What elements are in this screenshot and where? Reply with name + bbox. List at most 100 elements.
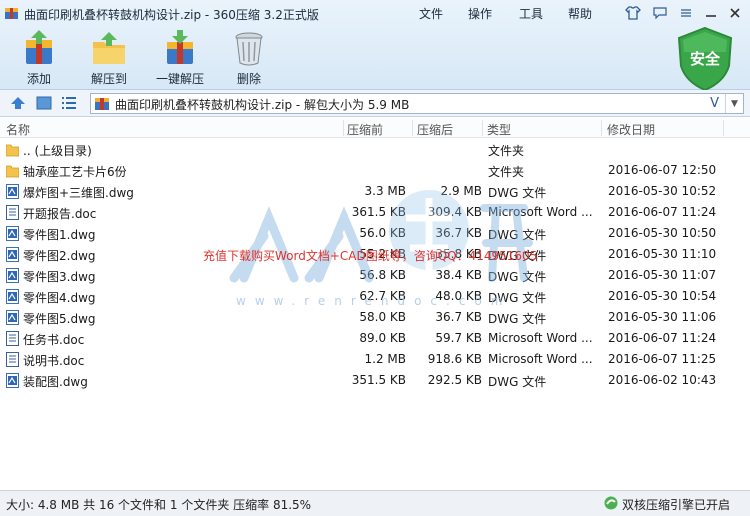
dwg-file-icon <box>6 373 19 388</box>
column-divider[interactable] <box>343 120 344 136</box>
file-row[interactable]: 爆炸图+三维图.dwg 3.3 MB 2.9 MB DWG 文件 2016-05-30 … <box>0 181 750 202</box>
file-name: 零件图4.dwg <box>23 291 96 305</box>
menu-dropdown-icon[interactable] <box>675 4 697 22</box>
folder-icon <box>5 163 20 178</box>
file-row[interactable]: .. (上级目录) 文件夹 <box>0 139 750 160</box>
menu-tools[interactable]: 工具 <box>519 5 543 22</box>
top-band: 曲面印刷机叠杯转鼓机构设计.zip - 360压缩 3.2正式版 文件 操作 工… <box>0 0 750 92</box>
file-name: 开题报告.doc <box>23 207 97 221</box>
folder-icon <box>5 142 20 157</box>
file-name: 零件图5.dwg <box>23 312 96 326</box>
file-modified: 2016-05-30 10:54 <box>608 289 717 303</box>
file-modified: 2016-06-07 11:24 <box>608 205 717 219</box>
file-size: 1.2 MB <box>364 352 406 366</box>
file-packed-size: 2.9 MB <box>440 184 482 198</box>
status-bar: 大小: 4.8 MB 共 16 个文件和 1 个文件夹 压缩率 81.5% 双核… <box>0 490 750 516</box>
delete-button[interactable]: 删除 <box>213 30 285 88</box>
file-modified: 2016-05-30 11:10 <box>608 247 717 261</box>
file-name: 零件图3.dwg <box>23 270 96 284</box>
file-packed-size: 309.4 KB <box>427 205 482 219</box>
up-arrow-icon[interactable] <box>10 95 26 111</box>
file-list-header: 名称 压缩前 压缩后 类型 修改日期 <box>0 118 750 138</box>
address-path: 曲面印刷机叠杯转鼓机构设计.zip - 解包大小为 5.9 MB <box>115 98 410 112</box>
file-name: 零件图2.dwg <box>23 249 96 263</box>
file-name: 爆炸图+三维图.dwg <box>23 186 134 200</box>
column-packed[interactable]: 压缩后 <box>417 121 453 138</box>
dwg-file-icon <box>6 268 19 283</box>
skin-shirt-icon[interactable] <box>622 4 644 22</box>
file-size: 3.3 MB <box>364 184 406 198</box>
menu-help[interactable]: 帮助 <box>568 5 592 22</box>
column-size[interactable]: 压缩前 <box>347 121 383 138</box>
watermark-url: www.renrendoc.com <box>236 294 512 308</box>
file-type: Microsoft Word ... <box>488 331 593 345</box>
title-bar: 曲面印刷机叠杯转鼓机构设计.zip - 360压缩 3.2正式版 文件 操作 工… <box>0 0 750 28</box>
file-row[interactable]: 零件图5.dwg 58.0 KB 36.7 KB DWG 文件 2016-05-30 1… <box>0 307 750 328</box>
large-icon-view-icon[interactable] <box>36 95 52 111</box>
watermark-notice: 充值下载购买Word文档+CAD图纸等，咨询QQ：414951605 <box>203 249 538 263</box>
column-divider[interactable] <box>601 120 602 136</box>
column-type[interactable]: 类型 <box>487 121 511 138</box>
address-dropdown-icon[interactable]: ▼ <box>725 94 743 113</box>
feedback-icon[interactable] <box>649 4 671 22</box>
file-packed-size: 292.5 KB <box>427 373 482 387</box>
file-row[interactable]: 装配图.dwg 351.5 KB 292.5 KB DWG 文件 2016-06-02 … <box>0 370 750 391</box>
file-name: 轴承座工艺卡片6份 <box>23 165 127 179</box>
dwg-file-icon <box>6 226 19 241</box>
file-size: 89.0 KB <box>359 331 406 345</box>
column-modified[interactable]: 修改日期 <box>607 121 655 138</box>
address-bar[interactable]: 曲面印刷机叠杯转鼓机构设计.zip - 解包大小为 5.9 MB V ▼ <box>90 93 744 114</box>
file-type: 文件夹 <box>488 165 525 179</box>
archive-app-icon <box>5 8 18 19</box>
add-label: 添加 <box>26 72 51 86</box>
dwg-file-icon <box>6 247 19 262</box>
file-row[interactable]: 任务书.doc 89.0 KB 59.7 KB Microsoft Word ... 2… <box>0 328 750 349</box>
one-click-extract-label: 一键解压 <box>155 72 204 86</box>
one-click-extract-button[interactable]: 一键解压 <box>144 30 216 88</box>
file-row[interactable]: 轴承座工艺卡片6份 文件夹 2016-06-07 12:50 <box>0 160 750 181</box>
file-size: 56.0 KB <box>359 226 406 240</box>
file-name: .. (上级目录) <box>23 144 92 158</box>
column-divider[interactable] <box>482 120 483 136</box>
security-badge[interactable]: 安全 <box>676 26 734 92</box>
extract-to-button[interactable]: 解压到 <box>73 30 145 88</box>
zip-file-icon <box>95 98 109 110</box>
file-modified: 2016-05-30 10:50 <box>608 226 717 240</box>
column-divider[interactable] <box>412 120 413 136</box>
status-summary: 大小: 4.8 MB 共 16 个文件和 1 个文件夹 压缩率 81.5% <box>6 498 312 512</box>
list-view-icon[interactable] <box>61 95 77 111</box>
file-name: 零件图1.dwg <box>23 228 96 242</box>
column-divider[interactable] <box>723 120 724 136</box>
file-row[interactable]: 开题报告.doc 361.5 KB 309.4 KB Microsoft Word .… <box>0 202 750 223</box>
menu-operate[interactable]: 操作 <box>468 5 492 22</box>
file-row[interactable]: 说明书.doc 1.2 MB 918.6 KB Microsoft Word ... 2… <box>0 349 750 370</box>
file-row[interactable]: 零件图3.dwg 56.8 KB 38.4 KB DWG 文件 2016-05-30 1… <box>0 265 750 286</box>
address-row: 曲面印刷机叠杯转鼓机构设计.zip - 解包大小为 5.9 MB V ▼ <box>0 90 750 117</box>
menu-file[interactable]: 文件 <box>419 5 443 22</box>
minimize-icon[interactable] <box>700 4 722 22</box>
file-name: 任务书.doc <box>23 333 85 347</box>
file-modified: 2016-05-30 11:07 <box>608 268 717 282</box>
window-title: 曲面印刷机叠杯转鼓机构设计.zip - 360压缩 3.2正式版 <box>24 8 319 22</box>
extract-folder-icon <box>93 32 125 64</box>
file-modified: 2016-05-30 11:06 <box>608 310 717 324</box>
doc-file-icon <box>6 352 19 367</box>
doc-file-icon <box>6 205 19 220</box>
file-name: 装配图.dwg <box>23 375 88 389</box>
close-icon[interactable] <box>724 4 746 22</box>
file-size: 361.5 KB <box>351 205 406 219</box>
trash-icon <box>235 32 263 66</box>
dwg-file-icon <box>6 184 19 199</box>
verify-mark[interactable]: V <box>710 96 719 111</box>
file-type: Microsoft Word ... <box>488 352 593 366</box>
one-click-extract-icon <box>167 30 193 64</box>
file-type: DWG 文件 <box>488 186 547 200</box>
status-engine[interactable]: 双核压缩引擎已开启 <box>622 496 730 513</box>
add-button[interactable]: 添加 <box>3 30 75 88</box>
column-name[interactable]: 名称 <box>6 121 30 138</box>
file-row[interactable]: 零件图1.dwg 56.0 KB 36.7 KB DWG 文件 2016-05-30 1… <box>0 223 750 244</box>
file-packed-size: 59.7 KB <box>435 331 482 345</box>
file-type: 文件夹 <box>488 144 525 158</box>
file-size: 58.0 KB <box>359 310 406 324</box>
file-packed-size: 38.4 KB <box>435 268 482 282</box>
